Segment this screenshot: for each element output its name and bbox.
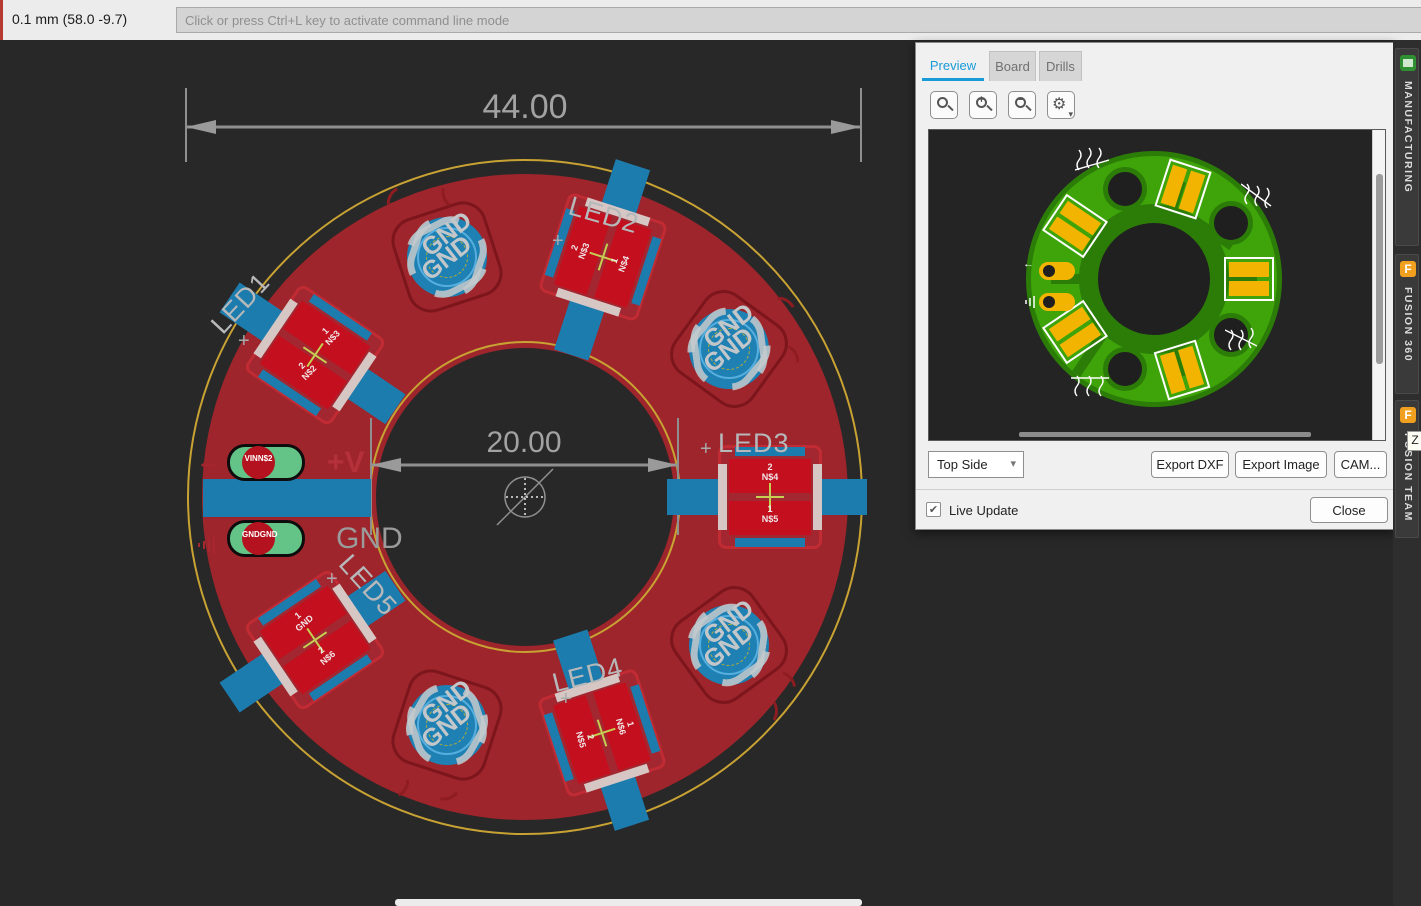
preview-settings-button[interactable]: ⚙ ▾ [1047,91,1075,119]
zoom-in-button[interactable]: + [969,91,997,119]
command-line-input[interactable] [176,7,1421,33]
zoom-out-button[interactable]: − [1008,91,1036,119]
panel-separator [916,489,1394,490]
zoom-fit-button[interactable] [930,91,958,119]
label-origin-mark: + [552,230,564,253]
pad-net-label: 2N$4 [740,462,800,482]
preview-vscroll[interactable] [1372,130,1386,440]
label-origin-mark: + [326,568,338,591]
gnd-via-cluster[interactable]: GND GND [382,192,512,322]
tab-preview[interactable]: Preview [922,51,984,81]
horizontal-scrollbar[interactable] [395,899,862,906]
preview-arrow-icon: ← [1023,258,1034,270]
export-dxf-button[interactable]: Export DXF [1151,451,1229,478]
vin-pad-hole: VINN$2 [242,446,275,479]
gnd-label: GND [336,522,403,556]
eagle-pcb-editor: 0.1 mm (58.0 -9.7) 44.00 20.00 [0,0,1421,906]
minus-glyph: − [1013,94,1028,106]
led3-name-label: LED3 [718,428,790,459]
label-origin-mark: + [700,438,712,461]
inner-dimension-label: 20.00 [454,426,594,460]
fusion-360-icon: F [1400,261,1416,277]
export-image-button[interactable]: Export Image [1235,451,1327,478]
board-side-value: Top Side [937,457,988,472]
preview-mounting-hole [1103,347,1147,391]
preview-mounting-hole [1103,167,1147,211]
sidetab-manufacturing[interactable]: MANUFACTURING [1395,48,1419,246]
fusion-team-icon: F [1400,407,1416,423]
tab-board[interactable]: Board [989,51,1036,81]
pad-plating [718,464,727,530]
check-icon: ✔ [929,504,938,516]
manufacturing-preview-dialog: Preview Board Drills + − ⚙ ▾ [915,42,1395,530]
gnd-pad-hole: GNDGND [242,522,275,555]
preview-ground-icon [1023,295,1037,309]
silk-squiggle-group [1225,326,1259,354]
board-preview-viewport[interactable]: ← [928,129,1386,441]
gnd-via-cluster[interactable]: GND GND [664,580,794,710]
plus-glyph: + [974,94,989,106]
sidetab-fusion360[interactable]: F FUSION 360 [1395,254,1419,394]
close-button[interactable]: Close [1310,497,1388,523]
tooltip-fragment: Z [1407,431,1421,451]
live-update-checkbox[interactable]: ✔ [926,502,941,517]
layer-color-mark [0,0,3,40]
live-update-label: Live Update [949,503,1018,518]
caret-down-icon: ▾ [1068,109,1073,120]
preview-hscroll-thumb[interactable] [1019,432,1311,437]
bottom-copper [735,538,805,547]
preview-led-pads [1224,257,1274,301]
sidetab-fusion-team[interactable]: F FUSION TEAM [1395,400,1419,538]
magnifier-icon [937,97,948,108]
plus-v-label: +V [327,446,365,480]
silk-squiggle-group [1071,374,1109,400]
magnifier-handle [947,105,953,111]
gnd-via-cluster[interactable]: GND GND [664,284,794,414]
caret-down-icon: ▾ [1010,452,1016,477]
preview-gnd-pad [1039,293,1075,311]
ground-symbol-icon [196,534,220,556]
copper-trace [819,479,867,515]
sidetab-label: MANUFACTURING [1402,81,1414,193]
label-origin-mark: + [560,688,572,711]
gnd-pad[interactable]: GNDGND [227,520,305,557]
label-origin-mark: + [238,330,250,353]
gnd-via-cluster[interactable]: GND GND [382,660,512,790]
led3-component[interactable]: 2N$4 1N$5 [718,445,822,549]
cam-button[interactable]: CAM... [1334,451,1387,478]
preview-vscroll-thumb[interactable] [1376,174,1383,364]
manufacturing-icon [1400,55,1416,71]
pad-plating [813,464,822,530]
pad-net-label: 1N$5 [740,504,800,524]
cursor-coordinates: 0.1 mm (58.0 -9.7) [12,11,127,27]
vin-pad[interactable]: VINN$2 [227,444,305,481]
preview-vin-pad [1039,262,1075,280]
side-tab-strip: MANUFACTURING F FUSION 360 F FUSION TEAM [1393,40,1421,906]
vin-arrow-icon: ← [196,448,220,476]
sidetab-label: FUSION 360 [1402,287,1414,362]
gear-icon: ⚙ [1052,94,1066,114]
board-side-select[interactable]: Top Side ▾ [928,451,1024,478]
power-bus-copper [203,479,371,517]
tab-drills[interactable]: Drills [1039,51,1082,81]
silk-squiggle-group [1075,146,1109,172]
copper-trace [667,479,721,515]
silk-squiggle-group [1241,182,1275,208]
silk-squiggle [760,698,778,724]
outer-dimension-label: 44.00 [455,88,595,127]
top-toolbar: 0.1 mm (58.0 -9.7) [0,0,1421,40]
